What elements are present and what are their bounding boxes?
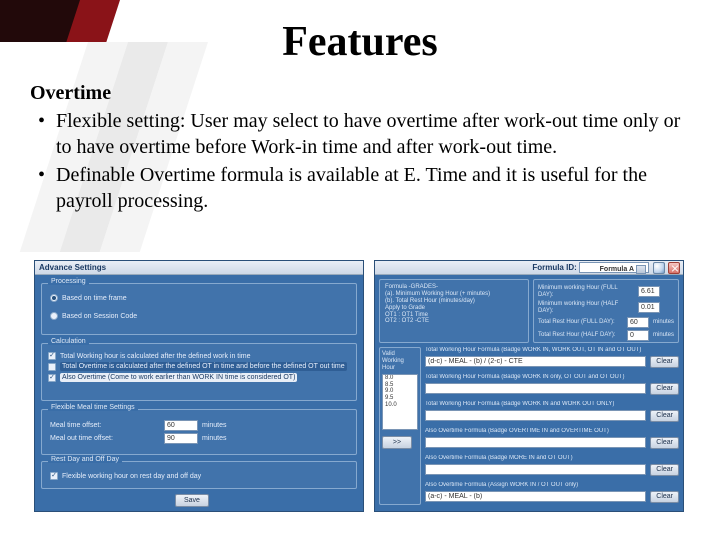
formula-input[interactable] [425, 356, 646, 367]
hourlist-item[interactable]: 10.0 [383, 402, 417, 409]
arrow-button[interactable]: >> [382, 436, 412, 449]
grades-line: Apply to Grade [385, 305, 523, 312]
criteria-input[interactable] [627, 330, 649, 341]
clear-button[interactable]: Clear [650, 464, 679, 476]
grades-line: (b). Total Rest Hour (minutes/day) [385, 298, 523, 305]
clear-button[interactable]: Clear [650, 437, 679, 449]
meal-offset-input[interactable] [164, 420, 198, 431]
clear-button[interactable]: Clear [650, 356, 679, 368]
group-label: Flexible Meal time Settings [48, 404, 138, 411]
radio-session-code[interactable] [50, 312, 58, 320]
screenshot-formula: Formula ID: Formula A Formula -GRADES- (… [374, 260, 684, 512]
formula-input[interactable] [425, 464, 646, 475]
save-button[interactable]: Save [175, 494, 209, 507]
criteria-label: Total Rest Hour (FULL DAY): [538, 319, 623, 326]
group-label: Processing [48, 278, 89, 285]
clear-button[interactable]: Clear [650, 410, 679, 422]
group-label: Calculation [48, 338, 89, 345]
bullet-item: Flexible setting: User may select to hav… [30, 108, 690, 160]
check-working-hour[interactable] [48, 352, 56, 360]
clear-button[interactable]: Clear [650, 491, 679, 503]
criteria-input[interactable] [627, 317, 649, 328]
grades-line: OT1 : OT1 Time [385, 312, 523, 319]
formula-title: Total Working Hour Formula (Badge WORK I… [425, 401, 679, 408]
check-label: Flexible working hour on rest day and of… [62, 473, 201, 480]
clear-button[interactable]: Clear [650, 383, 679, 395]
formula-input[interactable] [425, 410, 646, 421]
screenshot-advance-settings: Advance Settings Processing Based on tim… [34, 260, 364, 512]
meal-out-offset-input[interactable] [164, 433, 198, 444]
close-icon[interactable] [668, 262, 680, 274]
formula-input[interactable] [425, 491, 646, 502]
formula-title: Total Working Hour Formula (Badge WORK I… [425, 347, 679, 354]
formula-input[interactable] [425, 383, 646, 394]
check-ot-window[interactable] [48, 363, 56, 371]
formula-input[interactable] [425, 437, 646, 448]
help-icon[interactable] [653, 262, 665, 274]
section-heading: Overtime [30, 80, 690, 106]
criteria-input[interactable] [638, 302, 660, 313]
formula-title: Also Overtime Formula (Badge OVERTIME IN… [425, 428, 679, 435]
check-also-ot[interactable] [48, 374, 56, 382]
field-label: Meal out time offset: [50, 435, 160, 442]
check-flexible-rest[interactable] [50, 472, 58, 480]
panel-header: Advance Settings [35, 261, 363, 275]
unit-label: minutes [653, 319, 674, 326]
grades-title: Formula -GRADES- [385, 284, 523, 291]
unit-label: minutes [653, 332, 674, 339]
hourlist-item[interactable]: 8.5 [383, 382, 417, 389]
check-label: Also Overtime (Come to work earlier than… [60, 373, 297, 382]
field-label: Meal time offset: [50, 422, 160, 429]
hourlist-item[interactable]: 8.0 [383, 375, 417, 382]
formula-title: Total Working Hour Formula (Badge WORK I… [425, 374, 679, 381]
grades-line: (a). Minimum Working Hour (+ minutes) [385, 291, 523, 298]
grades-line: OT2 : OT2 -CTE [385, 318, 523, 325]
formula-title: Also Overtime Formula (Badge MORE IN and… [425, 455, 679, 462]
formula-title: Also Overtime Formula (Assign WORK IN / … [425, 482, 679, 489]
panel-header: Formula ID: Formula A [375, 261, 683, 275]
criteria-input[interactable] [638, 286, 660, 297]
criteria-label: Total Rest Hour (HALF DAY): [538, 332, 623, 339]
radio-label: Based on time frame [62, 295, 127, 302]
radio-label: Based on Session Code [62, 313, 137, 320]
unit-label: minutes [202, 435, 227, 442]
hourlist-title: Valid Working Hour [382, 351, 418, 372]
hourlist-item[interactable]: 9.0 [383, 388, 417, 395]
criteria-label: Minimum working Hour (FULL DAY): [538, 285, 634, 299]
radio-time-frame[interactable] [50, 294, 58, 302]
check-label: Total Working hour is calculated after t… [60, 353, 251, 360]
slide-body: Overtime Flexible setting: User may sele… [30, 80, 690, 216]
unit-label: minutes [202, 422, 227, 429]
group-label: Rest Day and Off Day [48, 456, 122, 463]
slide-title: Features [0, 18, 720, 66]
criteria-label: Minimum working Hour (HALF DAY): [538, 301, 634, 315]
check-label: Total Overtime is calculated after the d… [60, 362, 347, 371]
hourlist-item[interactable]: 9.5 [383, 395, 417, 402]
field-label: Formula ID: [532, 263, 576, 272]
formula-id-dropdown[interactable]: Formula A [579, 262, 649, 273]
bullet-item: Definable Overtime formula is available … [30, 162, 690, 214]
